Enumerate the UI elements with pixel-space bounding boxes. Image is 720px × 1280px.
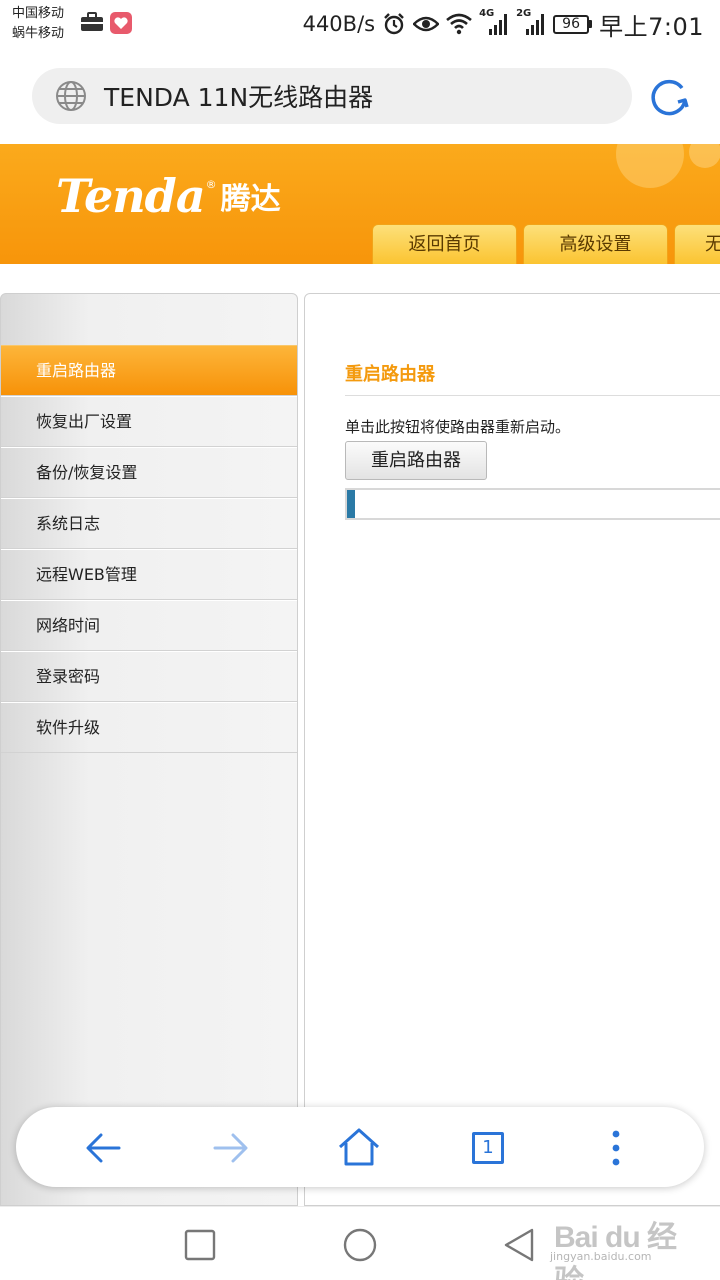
sidebar-menu: 重启路由器 恢复出厂设置 备份/恢复设置 系统日志 远程WEB管理 网络时间 登… (1, 345, 297, 753)
header-tabs: 返回首页 高级设置 无 (372, 224, 720, 264)
arrow-right-icon (213, 1133, 248, 1163)
carrier-1: 中国移动 (12, 6, 65, 21)
title-divider (345, 395, 720, 396)
page-description: 单击此按钮将使路由器重新启动。 (345, 418, 571, 436)
sidebar-item-login-password[interactable]: 登录密码 (1, 651, 297, 702)
carrier-2: 蜗牛移动 (12, 26, 65, 41)
logo-text-cn: 腾达 (220, 182, 281, 217)
net-2g-label: 2G (516, 8, 532, 19)
tab-wireless[interactable]: 无 (674, 224, 720, 264)
home-button[interactable] (336, 1125, 382, 1171)
watermark-site: jingyan.baidu.com (550, 1250, 652, 1263)
eye-icon (413, 16, 440, 32)
logo-text-en: Tenda (56, 169, 206, 223)
back-triangle-icon[interactable] (500, 1225, 540, 1265)
forward-button[interactable] (208, 1125, 254, 1171)
tab-home[interactable]: 返回首页 (372, 224, 517, 264)
carrier-info: 中国移动 蜗牛移动 (12, 4, 64, 44)
reboot-button[interactable]: 重启路由器 (345, 441, 487, 480)
back-button[interactable] (80, 1125, 126, 1171)
watermark-brand: Bai du 经验 (554, 1221, 677, 1280)
browser-toolbar: 1 (16, 1107, 704, 1187)
refresh-icon[interactable] (646, 74, 692, 120)
status-bar: 中国移动 蜗牛移动 440B/s 4G 2G 96 早上7:01 (0, 0, 720, 48)
menu-button[interactable] (593, 1125, 639, 1171)
logo-registered: ® (205, 178, 217, 191)
alarm-icon (384, 13, 404, 35)
url-text: TENDA 11N无线路由器 (104, 83, 374, 112)
tenda-logo[interactable]: Tenda ® 腾达 (56, 168, 281, 232)
reboot-progress-bar (345, 488, 720, 520)
sidebar-item-remote-web[interactable]: 远程WEB管理 (1, 549, 297, 600)
heart-icon (110, 12, 132, 34)
battery-level: 96 (553, 14, 590, 34)
net-4g-label: 4G (479, 8, 495, 19)
main-panel: 重启路由器 单击此按钮将使路由器重新启动。 重启路由器 (304, 293, 720, 1206)
arrow-left-icon (86, 1133, 121, 1163)
battery-icon: 96 (553, 14, 593, 34)
sidebar-item-system-log[interactable]: 系统日志 (1, 498, 297, 549)
progress-fill (347, 490, 355, 518)
sidebar-item-factory-reset[interactable]: 恢复出厂设置 (1, 396, 297, 447)
tab-advanced-settings[interactable]: 高级设置 (523, 224, 668, 264)
lens-flare-decoration (616, 144, 720, 188)
sidebar-item-backup-restore[interactable]: 备份/恢复设置 (1, 447, 297, 498)
tabs-button[interactable]: 1 (465, 1125, 511, 1171)
page-title: 重启路由器 (345, 364, 435, 385)
sidebar-item-reboot[interactable]: 重启路由器 (1, 345, 297, 396)
briefcase-icon (81, 12, 103, 31)
recents-icon[interactable] (180, 1225, 220, 1265)
signal-2g: 2G (516, 8, 546, 36)
router-header: Tenda ® 腾达 返回首页 高级设置 无 (0, 144, 720, 264)
clock: 早上7:01 (599, 12, 704, 41)
status-right: 440B/s 4G 2G 96 早上7:01 (303, 6, 704, 42)
sidebar-item-firmware-upgrade[interactable]: 软件升级 (1, 702, 297, 753)
browser-address-bar: TENDA 11N无线路由器 (0, 48, 720, 144)
url-field[interactable]: TENDA 11N无线路由器 (32, 68, 632, 124)
tab-count: 1 (472, 1132, 504, 1164)
sidebar-item-network-time[interactable]: 网络时间 (1, 600, 297, 651)
globe-icon (56, 81, 86, 111)
signal-4g: 4G (479, 8, 509, 36)
sidebar: 重启路由器 恢复出厂设置 备份/恢复设置 系统日志 远程WEB管理 网络时间 登… (0, 293, 298, 1206)
wifi-icon (446, 13, 472, 35)
home-circle-icon[interactable] (340, 1225, 380, 1265)
baidu-watermark: Bai du 经验 jingyan.baidu.com (546, 1212, 696, 1280)
network-speed: 440B/s (302, 12, 376, 36)
home-icon (338, 1128, 380, 1166)
more-vertical-icon (612, 1130, 620, 1166)
